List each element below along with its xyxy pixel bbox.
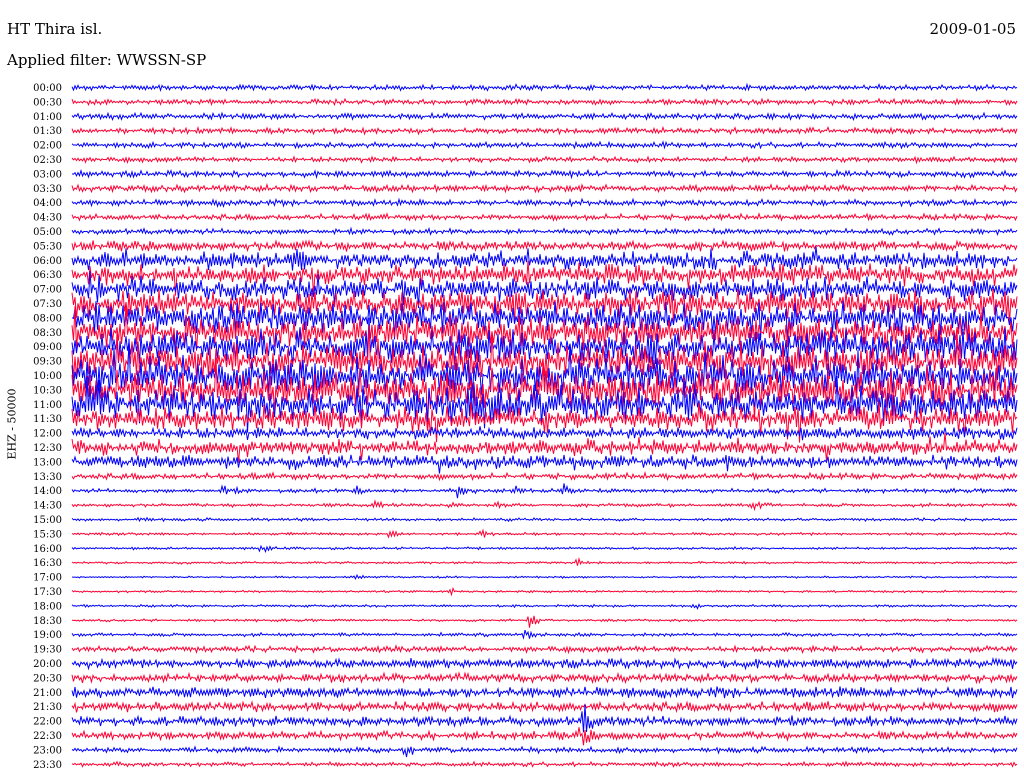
trace-line [71, 656, 1018, 671]
trace-line [71, 615, 1018, 628]
trace-line [71, 556, 1018, 566]
time-label: 17:30 [33, 587, 62, 598]
time-label: 01:00 [33, 112, 62, 123]
time-label: 15:30 [33, 529, 62, 540]
trace-line [71, 700, 1018, 714]
trace-line [71, 727, 1018, 746]
time-label: 19:00 [33, 630, 62, 641]
time-label: 09:00 [33, 342, 62, 353]
time-label: 18:30 [33, 616, 62, 627]
trace-line [71, 197, 1018, 209]
trace-line [71, 528, 1018, 539]
time-label: 11:30 [33, 414, 62, 425]
trace-line [71, 155, 1018, 165]
trace-line [71, 629, 1018, 640]
time-label: 02:00 [33, 141, 62, 152]
trace-line [71, 483, 1018, 499]
time-label: 01:30 [33, 126, 62, 137]
trace-line [71, 586, 1018, 597]
trace-group [71, 82, 1018, 768]
trace-line [71, 97, 1018, 107]
trace-line [71, 471, 1018, 482]
time-label: 06:00 [33, 256, 62, 267]
time-label: 00:00 [33, 83, 62, 94]
time-label: 19:30 [33, 645, 62, 656]
time-label: 15:00 [33, 515, 62, 526]
trace-line [71, 644, 1018, 655]
time-label: 12:30 [33, 443, 62, 454]
trace-line [71, 603, 1018, 610]
time-label: 05:00 [33, 227, 62, 238]
trace-line [71, 544, 1018, 554]
time-label: 17:00 [33, 573, 62, 584]
trace-line [71, 685, 1018, 699]
time-label: 11:00 [33, 400, 62, 411]
trace-line [71, 168, 1018, 180]
time-label: 08:30 [33, 328, 62, 339]
trace-line [71, 745, 1018, 758]
time-label: 04:00 [33, 198, 62, 209]
time-label: 22:00 [33, 717, 62, 728]
trace-line [71, 432, 1018, 463]
time-label: 16:30 [33, 558, 62, 569]
time-label: 07:30 [33, 299, 62, 310]
trace-line [71, 111, 1018, 122]
trace-line [71, 82, 1018, 93]
time-label: 13:30 [33, 472, 62, 483]
time-label: 20:30 [33, 673, 62, 684]
trace-line [71, 671, 1018, 685]
trace-line [71, 140, 1018, 150]
trace-line [71, 239, 1018, 253]
trace-line [71, 516, 1018, 523]
time-label: 07:00 [33, 285, 62, 296]
time-label: 00:30 [33, 97, 62, 108]
trace-line [71, 499, 1018, 512]
trace-line [71, 212, 1018, 222]
time-label: 08:00 [33, 313, 62, 324]
time-label: 18:00 [33, 601, 62, 612]
time-label: 10:30 [33, 385, 62, 396]
time-label: 14:00 [33, 486, 62, 497]
time-label: 03:00 [33, 169, 62, 180]
seismogram-plot: 00:00 00:30 01:00 01:30 02:00 02:30 03:00 03:30… [33, 82, 1018, 771]
time-label: 04:30 [33, 213, 62, 224]
time-label: 02:30 [33, 155, 62, 166]
time-label: 10:00 [33, 371, 62, 382]
time-label: 20:00 [33, 659, 62, 670]
time-label: 13:00 [33, 457, 62, 468]
time-label: 22:30 [33, 731, 62, 742]
time-label: 09:30 [33, 357, 62, 368]
time-label-group: 00:00 00:30 01:00 01:30 02:00 02:30 03:00 03:30… [33, 83, 62, 771]
trace-line [71, 182, 1018, 194]
time-label: 06:30 [33, 270, 62, 281]
time-label: 23:30 [33, 760, 62, 771]
trace-line [71, 226, 1018, 237]
time-label: 23:00 [33, 745, 62, 756]
time-label: 03:30 [33, 184, 62, 195]
trace-line [71, 125, 1018, 136]
time-label: 05:30 [33, 241, 62, 252]
trace-line [71, 760, 1018, 768]
trace-line [71, 573, 1018, 580]
time-label: 12:00 [33, 429, 62, 440]
trace-line [71, 454, 1018, 474]
time-label: 21:30 [33, 702, 62, 713]
time-label: 21:00 [33, 688, 62, 699]
time-label: 16:00 [33, 544, 62, 555]
time-label: 14:30 [33, 501, 62, 512]
